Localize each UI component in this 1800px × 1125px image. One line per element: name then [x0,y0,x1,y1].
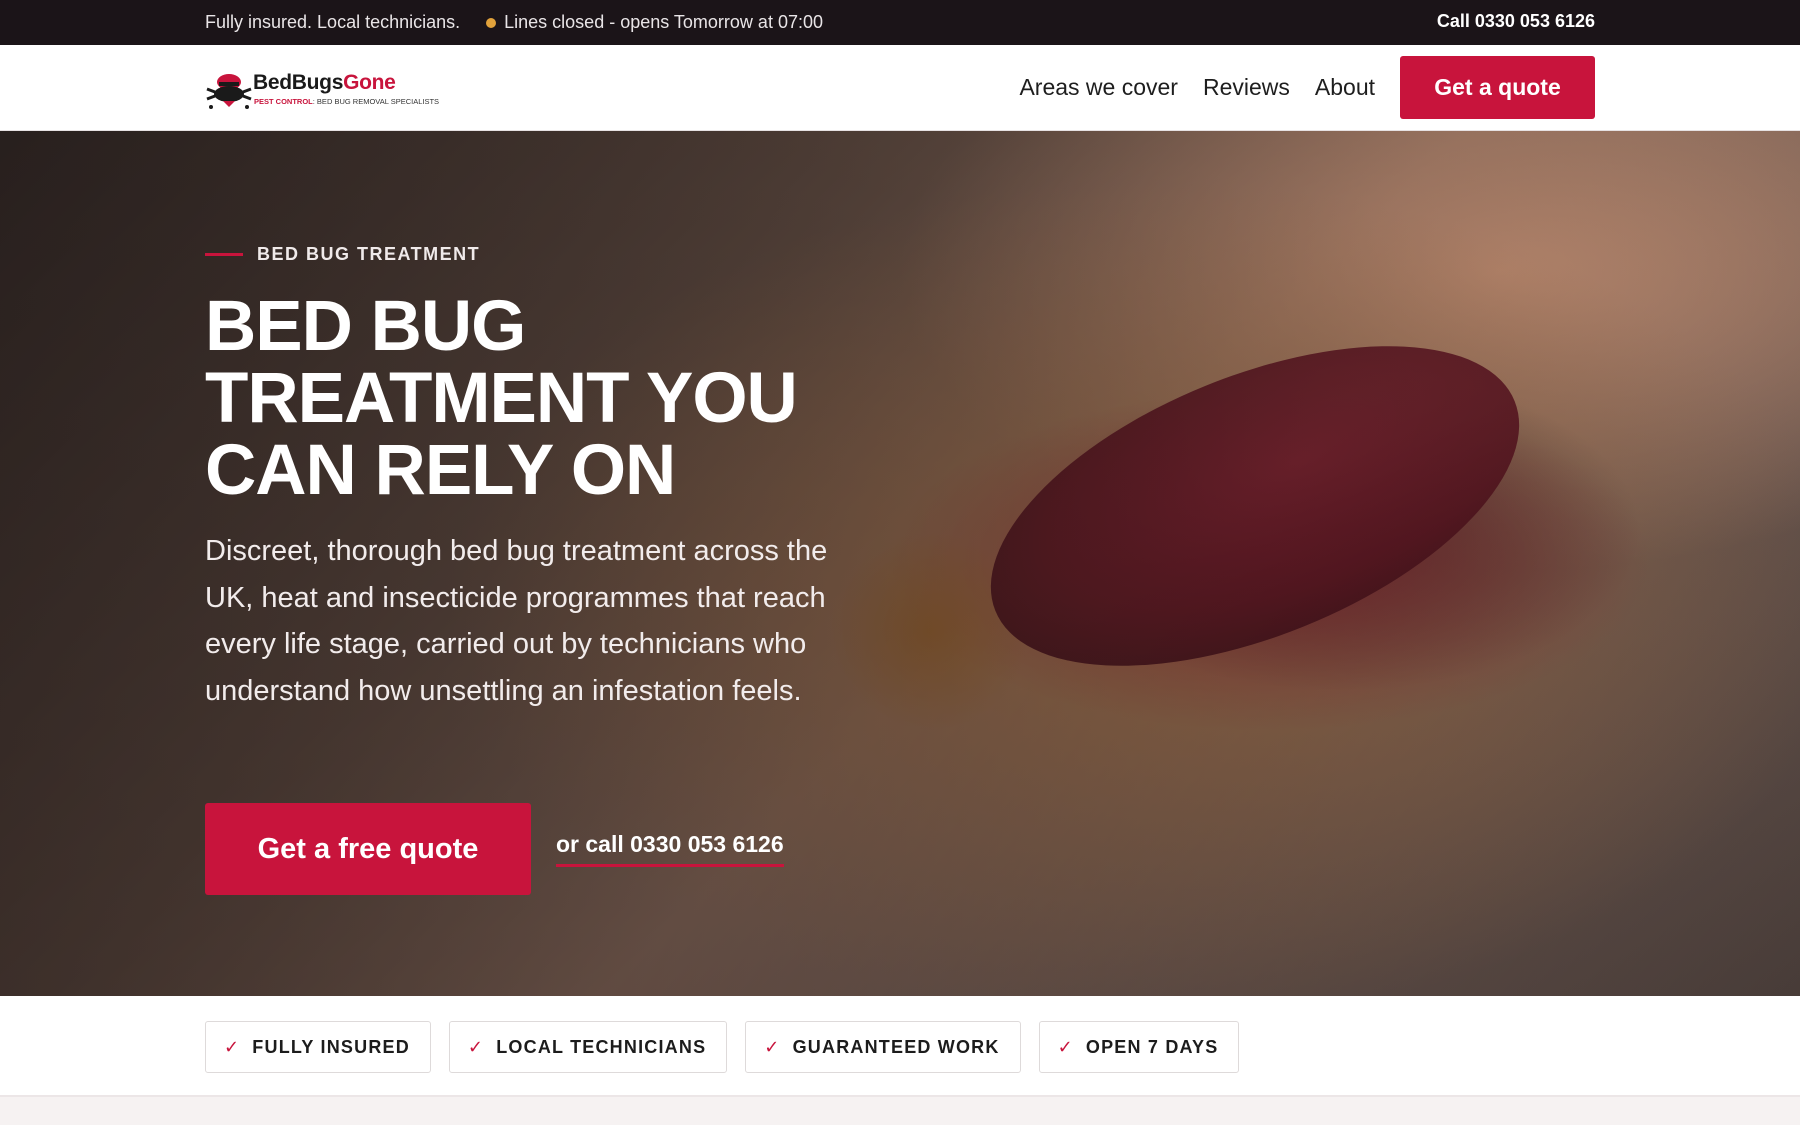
top-utility-bar: Fully insured. Local technicians. Lines … [0,0,1800,45]
badge-local-technicians: ✓ LOCAL TECHNICIANS [448,1021,728,1073]
check-icon: ✓ [764,1036,781,1057]
get-a-quote-button[interactable]: Get a quote [1400,56,1595,119]
hero-section: BED BUG TREATMENT BED BUG TREATMENT YOU … [0,131,1800,996]
badge-label: OPEN 7 DAYS [1085,1036,1219,1057]
hero-lead-paragraph: Discreet, thorough bed bug treatment acr… [205,535,828,707]
logo-wordmark-accent: Gone [343,71,396,94]
topbar-tagline: Fully insured. Local technicians. [205,12,461,32]
logo-tagline-accent: PEST CONTROL [254,97,313,106]
nav-link-about[interactable]: About [1315,74,1375,101]
trust-badges: ✓ FULLY INSURED ✓ LOCAL TECHNICIANS ✓ GU… [205,1021,1257,1073]
hero-call-link[interactable]: or call 0330 053 6126 [556,831,784,867]
badge-label: FULLY INSURED [252,1036,410,1057]
badge-label: GUARANTEED WORK [792,1036,1000,1057]
opening-status-text: Lines closed - opens Tomorrow at 07:00 [504,12,823,32]
badge-open-7-days: ✓ OPEN 7 DAYS [1038,1021,1240,1073]
opening-status: Lines closed - opens Tomorrow at 07:00 [486,12,823,33]
main-navigation: BedBugsGone PEST CONTROL: BED BUG REMOVA… [0,45,1800,131]
hero-eyebrow-text: BED BUG TREATMENT [257,244,481,264]
site-logo[interactable]: BedBugsGone PEST CONTROL: BED BUG REMOVA… [205,67,455,113]
check-icon: ✓ [1057,1036,1074,1057]
hero-headline: BED BUG TREATMENT YOU CAN RELY ON [205,287,798,510]
check-icon: ✓ [467,1036,485,1057]
badge-guaranteed-work: ✓ GUARANTEED WORK [745,1021,1021,1073]
topbar-call-link[interactable]: Call 0330 053 6126 [1437,11,1595,32]
badge-fully-insured: ✓ FULLY INSURED [205,1021,431,1073]
nav-links: Areas we cover Reviews About Get a quote [1019,56,1595,119]
status-dot-icon [486,17,497,28]
nav-link-reviews[interactable]: Reviews [1203,74,1290,101]
eyebrow-accent-bar [205,253,243,256]
get-free-quote-button[interactable]: Get a free quote [205,803,531,895]
logo-tagline-rest: : BED BUG REMOVAL SPECIALISTS [312,97,440,106]
topbar-left: Fully insured. Local technicians. Lines … [205,12,823,33]
logo-wordmark: BedBugsGone [253,71,396,95]
badge-label: LOCAL TECHNICIANS [496,1036,707,1057]
nav-link-areas-we-cover[interactable]: Areas we cover [1019,74,1178,101]
logo-wordmark-primary: BedBugs [253,71,344,94]
bedbug-logo-icon [206,74,252,109]
check-icon: ✓ [224,1036,241,1057]
hero-eyebrow: BED BUG TREATMENT [205,244,480,265]
trust-badges-strip: ✓ FULLY INSURED ✓ LOCAL TECHNICIANS ✓ GU… [0,996,1800,1097]
logo-tagline: PEST CONTROL: BED BUG REMOVAL SPECIALIST… [254,97,439,106]
